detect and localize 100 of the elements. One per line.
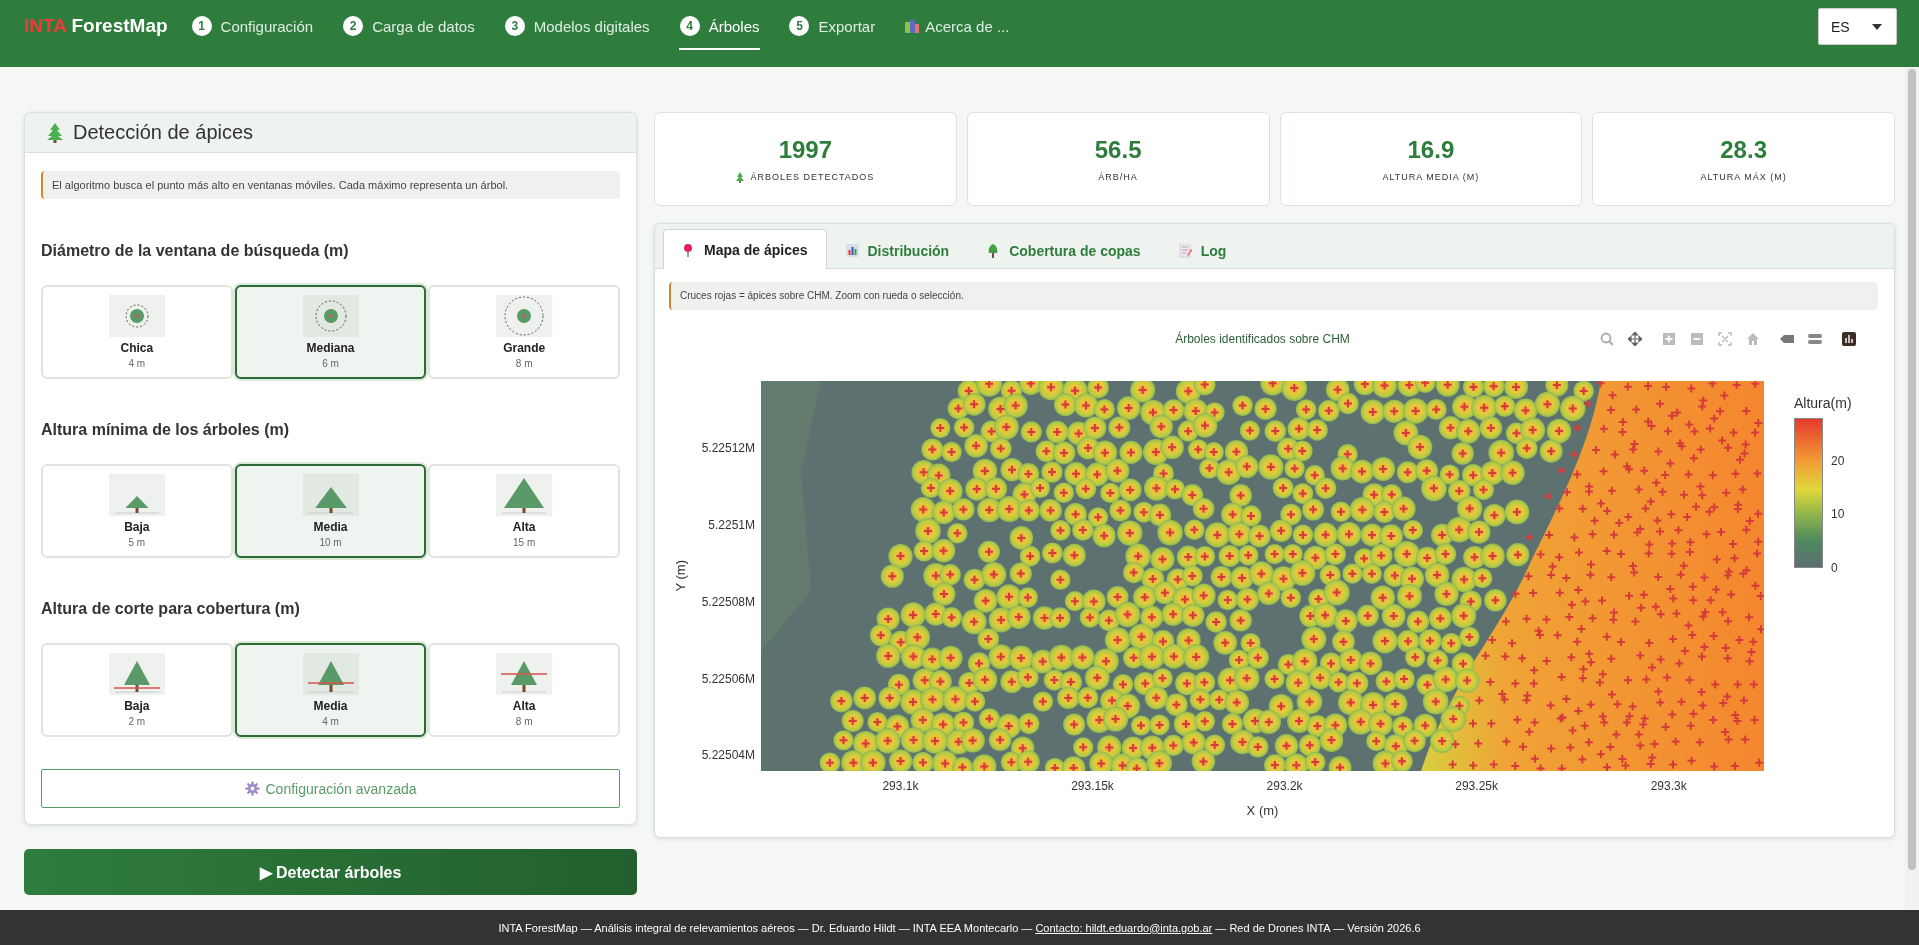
option-value: 4 m xyxy=(128,358,146,369)
tab[interactable]: Distribución xyxy=(826,231,969,269)
memo-icon xyxy=(1178,243,1192,258)
option-label: Grande xyxy=(503,341,546,355)
option-value: 15 m xyxy=(513,537,536,548)
axis-tick-label: 5.2251M xyxy=(708,517,755,532)
axis-tick-label: 293.3k xyxy=(1650,779,1687,793)
option-value: 6 m xyxy=(322,358,339,369)
tab[interactable]: Mapa de ápices xyxy=(663,229,827,269)
contact-link[interactable]: Contacto: hildt.eduardo@inta.gob.ar xyxy=(1035,921,1213,934)
nav-tab[interactable]: 5 Exportar xyxy=(788,11,877,50)
section-heading: Altura de corte para cobertura (m) xyxy=(41,600,301,618)
search-window-icon xyxy=(496,295,553,337)
colorbar-title: Altura(m) xyxy=(1794,395,1853,411)
tab[interactable]: Log xyxy=(1159,231,1246,269)
option-card[interactable]: Chica 4 m xyxy=(41,285,233,379)
option-label: Baja xyxy=(124,699,150,713)
section-heading: Diámetro de la ventana de búsqueda (m) xyxy=(41,242,350,260)
option-label: Mediana xyxy=(306,341,355,355)
option-label: Media xyxy=(313,520,348,534)
search-window-icon xyxy=(302,295,359,337)
section-heading: Altura mínima de los árboles (m) xyxy=(41,421,291,439)
pin-icon xyxy=(682,242,695,257)
caret-icon xyxy=(1872,23,1882,30)
axis-tick-label: 5.22512M xyxy=(701,441,755,456)
search-window-icon xyxy=(108,295,165,337)
zoom-out-icon[interactable] xyxy=(1690,332,1704,346)
home-icon[interactable] xyxy=(1746,332,1760,346)
tree-icon xyxy=(302,474,359,516)
colorbar-tick-label: 0 xyxy=(1831,561,1838,575)
axis-tick-label: 5.22504M xyxy=(701,748,755,763)
option-label: Media xyxy=(313,699,348,713)
info-note: El algoritmo busca el punto más alto en ventanas móviles. Cada máximo representa un árbol. xyxy=(41,171,620,199)
option-card[interactable]: Media 4 m xyxy=(234,643,427,737)
nav-tab[interactable]: 1 Configuración xyxy=(190,11,315,50)
scrollbar-thumb[interactable] xyxy=(1908,69,1916,870)
detect-trees-button[interactable]: ▶ Detectar árboles xyxy=(24,849,637,895)
option-value: 2 m xyxy=(128,716,146,727)
option-card[interactable]: Mediana 6 m xyxy=(234,285,427,379)
stat-value: 28.3 xyxy=(1720,136,1767,164)
axis-tick-label: 293.2k xyxy=(1266,779,1303,793)
plotly-logo-icon[interactable] xyxy=(1842,332,1856,346)
bar-chart-icon xyxy=(845,243,859,258)
stat-label: ÁRBOLES DETECTADOS xyxy=(750,172,875,182)
tab[interactable]: Cobertura de copas xyxy=(968,231,1160,269)
stat-value: 16.9 xyxy=(1407,136,1455,164)
axis-tick-label: 5.22508M xyxy=(701,594,755,609)
zoom-icon[interactable] xyxy=(1600,332,1614,346)
step-number: 2 xyxy=(343,16,364,36)
zoom-in-icon[interactable] xyxy=(1662,332,1676,346)
option-value: 8 m xyxy=(515,716,533,727)
axis-tick-label: 293.25k xyxy=(1455,779,1498,793)
option-card[interactable]: Media 10 m xyxy=(234,464,427,558)
panel-title: Detección de ápices xyxy=(73,121,254,144)
colorbar-tick-label: 20 xyxy=(1831,453,1845,468)
tree-icon xyxy=(108,474,165,516)
step-number: 3 xyxy=(504,16,525,36)
nav-tab[interactable]: Acerca de ... xyxy=(904,11,1011,50)
option-card[interactable]: Baja 2 m xyxy=(41,643,233,737)
autoscale-icon[interactable] xyxy=(1718,332,1732,346)
tree-icon xyxy=(47,122,63,143)
scrollbar[interactable] xyxy=(1905,67,1919,910)
option-label: Chica xyxy=(120,341,154,355)
option-label: Alta xyxy=(512,699,536,713)
move-icon[interactable] xyxy=(1628,332,1642,346)
nav-tab[interactable]: 2 Carga de datos xyxy=(342,11,476,50)
tree-icon xyxy=(496,474,553,516)
tag-icon[interactable] xyxy=(1780,332,1794,346)
option-card[interactable]: Alta 15 m xyxy=(428,464,620,558)
stat-label: ALTURA MEDIA (M) xyxy=(1382,172,1480,182)
option-value: 5 m xyxy=(128,537,146,548)
canopy-height-map-drawing[interactable] xyxy=(761,381,1764,771)
colorbar-tick-label: 10 xyxy=(1831,507,1845,522)
axis-tick-label: 293.1k xyxy=(882,779,919,793)
step-number: 1 xyxy=(191,16,212,36)
option-card[interactable]: Alta 8 m xyxy=(428,643,620,737)
option-value: 4 m xyxy=(322,716,339,727)
chart-title: Árboles identificados sobre CHM xyxy=(1175,332,1350,346)
books-icon xyxy=(905,19,920,33)
nav-tab[interactable]: 3 Modelos digitales xyxy=(503,11,651,50)
app-logo[interactable]: INTA ForestMap xyxy=(24,15,168,37)
axis-title: X (m) xyxy=(1245,802,1280,820)
footer-text: INTA ForestMap — Análisis integral de relevamientos aéreos — Dr. Eduardo Hildt — INTA EEA Montecarlo — Contacto: hildt.eduardo@inta.gob.ar — Red de Drones INTA — Versión 2026.6 xyxy=(498,921,1421,934)
stat-label: ALTURA MÁX (M) xyxy=(1700,172,1787,182)
stat-label: ÁRB/HA xyxy=(1098,172,1138,182)
option-label: Alta xyxy=(512,520,536,534)
step-number: 5 xyxy=(789,16,810,36)
stat-value: 1997 xyxy=(778,135,833,164)
option-label: Baja xyxy=(124,520,150,534)
compare-icon[interactable] xyxy=(1808,332,1822,346)
axis-title: Y (m) xyxy=(673,560,688,592)
option-card[interactable]: Baja 5 m xyxy=(41,464,233,558)
language-select[interactable]: ES xyxy=(1818,8,1897,45)
option-value: 8 m xyxy=(515,358,533,369)
option-card[interactable]: Grande 8 m xyxy=(428,285,620,379)
gear-icon xyxy=(244,781,260,796)
info-note: Cruces rojas = ápices sobre CHM. Zoom con rueda o selección. xyxy=(669,282,1878,310)
axis-tick-label: 5.22506M xyxy=(701,671,755,686)
step-number: 4 xyxy=(679,16,700,36)
nav-tab[interactable]: 4 Árboles xyxy=(678,11,761,50)
